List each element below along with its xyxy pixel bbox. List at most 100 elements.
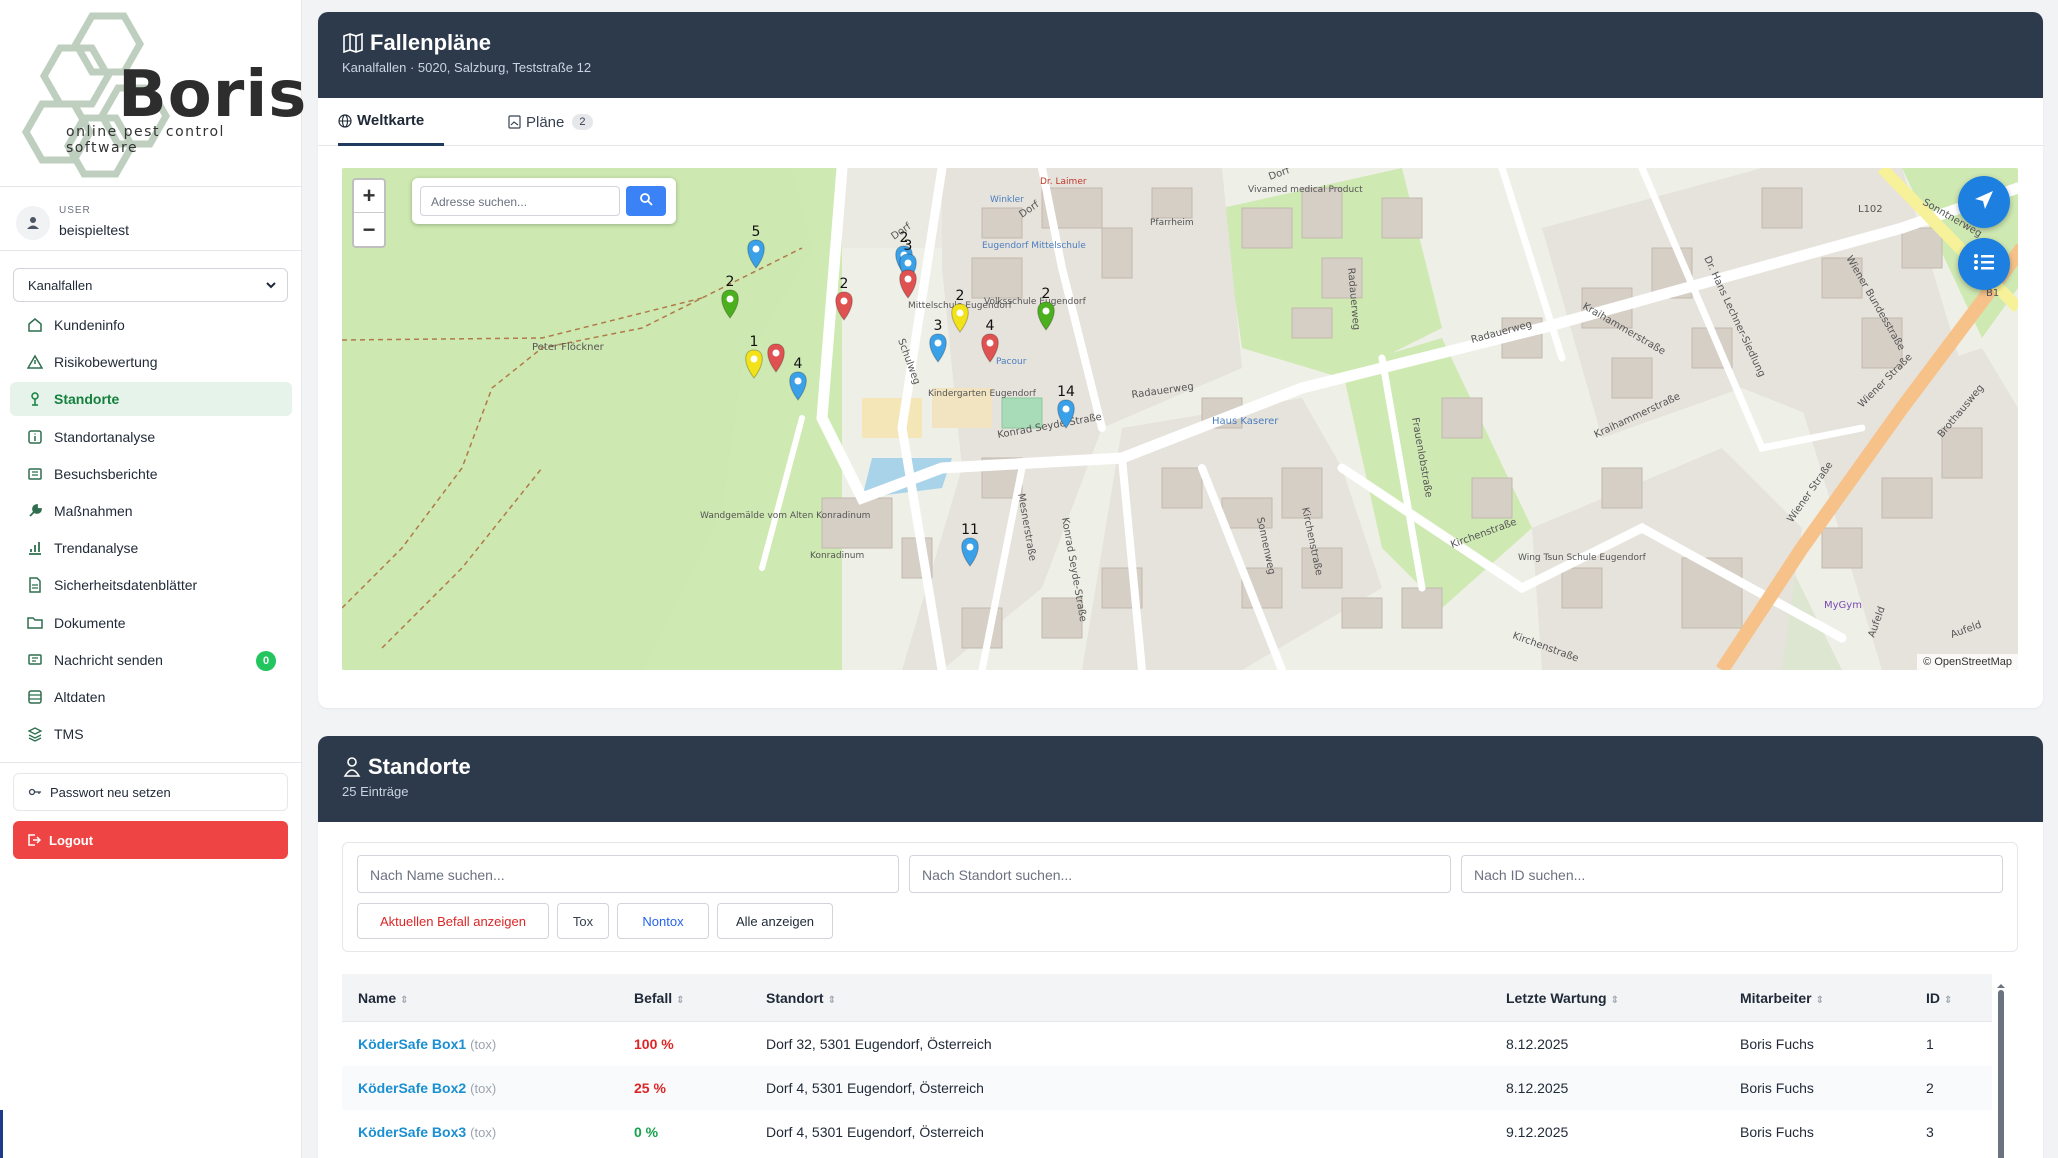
location-select[interactable]: Kanalfallen xyxy=(13,268,288,302)
globe-icon xyxy=(338,113,352,128)
table-scrollbar[interactable] xyxy=(1996,978,2006,1158)
sidebar-item-massnahmen[interactable]: Maßnahmen xyxy=(10,494,292,528)
map-label: Volksschule Eugendorf xyxy=(984,297,1087,307)
row-name-link[interactable]: KöderSafe Box2 (tox) xyxy=(358,1080,496,1096)
location-search-input[interactable]: Nach Standort suchen... xyxy=(909,855,1451,893)
row-befall: 25 % xyxy=(634,1080,666,1096)
sidebar: Boris online pest control software USER … xyxy=(0,0,306,1158)
sidebar-item-trendanalyse[interactable]: Trendanalyse xyxy=(10,531,292,565)
reset-password-label: Passwort neu setzen xyxy=(50,784,171,800)
table-row[interactable]: KöderSafe Box1 (tox) 100 % Dorf 32, 5301 … xyxy=(342,1022,1992,1066)
message-icon xyxy=(26,651,44,669)
map-label: Kindergarten Eugendorf xyxy=(928,389,1037,399)
scrollbar-thumb[interactable] xyxy=(1998,990,2004,1158)
map-label: Wing Tsun Schule Eugendorf xyxy=(1518,553,1647,563)
row-name-link[interactable]: KöderSafe Box1 (tox) xyxy=(358,1036,496,1052)
user-info: USER beispieltest xyxy=(16,202,286,252)
brand-tagline: online pest control software xyxy=(66,124,225,156)
map-label: Haus Kaserer xyxy=(1212,416,1279,427)
row-befall: 100 % xyxy=(634,1036,674,1052)
map-label: MyGym xyxy=(1824,600,1862,611)
column-header-befall[interactable]: Befall ⇕ xyxy=(634,990,685,1006)
id-search-input[interactable]: Nach ID suchen... xyxy=(1461,855,2003,893)
row-id: 3 xyxy=(1926,1124,1934,1140)
sidebar-item-besuchsberichte[interactable]: Besuchsberichte xyxy=(10,457,292,491)
sidebar-item-nachricht-senden[interactable]: Nachricht senden 0 xyxy=(10,643,292,677)
sort-icon: ⇕ xyxy=(1610,995,1619,1006)
sidebar-edge-accent xyxy=(0,1110,3,1158)
brand-name: Boris xyxy=(118,58,308,132)
map-label: Dr. Laimer xyxy=(1040,177,1087,187)
address-search-button[interactable] xyxy=(626,186,666,216)
map-search-panel: Adresse suchen... xyxy=(412,178,676,224)
sidebar-item-label: Dokumente xyxy=(54,614,126,631)
zoom-control: + − xyxy=(352,178,386,248)
table-row[interactable]: KöderSafe Box3 (tox) 0 % Dorf 4, 5301 Eug… xyxy=(342,1110,1992,1154)
standorte-header: Standorte 25 Einträge xyxy=(318,736,2043,822)
trap-marker-number: 11 xyxy=(961,522,979,538)
sidebar-item-tms[interactable]: TMS xyxy=(10,717,292,751)
sidebar-item-label: Risikobewertung xyxy=(54,354,158,371)
sidebar-item-sicherheitsdatenblaetter[interactable]: Sicherheitsdatenblätter xyxy=(10,568,292,602)
column-header-id[interactable]: ID ⇕ xyxy=(1926,990,1952,1006)
tox-filter-button[interactable]: Tox xyxy=(557,903,609,939)
row-id: 2 xyxy=(1926,1080,1934,1096)
show-current-infestation-button[interactable]: Aktuellen Befall anzeigen xyxy=(357,903,549,939)
map-label: Konradinum xyxy=(810,551,864,561)
boris-logo[interactable]: Boris online pest control software xyxy=(14,8,306,178)
column-header-standort[interactable]: Standort ⇕ xyxy=(766,990,836,1006)
column-header-mitarbeiter[interactable]: Mitarbeiter ⇕ xyxy=(1740,990,1824,1006)
standorte-filter-panel: Nach Name suchen... Nach Standort suchen… xyxy=(342,842,2018,952)
map-attribution[interactable]: © OpenStreetMap xyxy=(1917,654,2018,670)
trap-marker-number: 4 xyxy=(794,356,803,372)
sidebar-item-label: TMS xyxy=(54,726,84,743)
column-header-name[interactable]: Name ⇕ xyxy=(358,990,409,1006)
sidebar-item-standorte[interactable]: Standorte xyxy=(10,382,292,417)
sort-icon: ⇕ xyxy=(1944,995,1953,1006)
row-letzte-wartung: 9.12.2025 xyxy=(1506,1124,1569,1140)
tab-weltkarte-label: Weltkarte xyxy=(357,112,425,129)
divider xyxy=(0,250,302,251)
sidebar-item-dokumente[interactable]: Dokumente xyxy=(10,606,292,640)
sidebar-item-risikobewertung[interactable]: Risikobewertung xyxy=(10,345,292,379)
nontox-filter-button[interactable]: Nontox xyxy=(617,903,709,939)
column-header-letzte-wartung[interactable]: Letzte Wartung ⇕ xyxy=(1506,990,1619,1006)
map-label: Vivamed medical Product xyxy=(1248,185,1363,195)
person-pin-icon xyxy=(26,390,44,408)
zoom-out-button[interactable]: − xyxy=(354,213,384,246)
row-type-tag: (tox) xyxy=(470,1081,497,1096)
row-mitarbeiter: Boris Fuchs xyxy=(1740,1124,1814,1140)
address-search-input[interactable]: Adresse suchen... xyxy=(420,186,620,216)
tab-plaene-label: Pläne xyxy=(526,113,565,131)
logout-button[interactable]: Logout xyxy=(13,821,288,859)
sidebar-item-label: Kundeninfo xyxy=(54,317,125,333)
sidebar-item-standortanalyse[interactable]: Standortanalyse xyxy=(10,420,292,454)
standorte-card: Standorte 25 Einträge Nach Name suchen..… xyxy=(318,736,2043,1158)
table-row[interactable]: KöderSafe Box2 (tox) 25 % Dorf 4, 5301 Eu… xyxy=(342,1066,1992,1110)
logout-icon xyxy=(27,833,41,847)
row-type-tag: (tox) xyxy=(470,1037,497,1052)
sort-icon: ⇕ xyxy=(400,995,409,1006)
tab-plaene[interactable]: Pläne 2 xyxy=(508,98,593,146)
sidebar-item-label: Trendanalyse xyxy=(54,540,139,557)
sidebar-item-label: Altdaten xyxy=(54,688,106,705)
reset-password-button[interactable]: Passwort neu setzen xyxy=(13,773,288,811)
divider xyxy=(0,186,302,187)
sidebar-item-altdaten[interactable]: Altdaten xyxy=(10,680,292,714)
trap-marker[interactable]: 3 xyxy=(929,318,947,363)
show-all-button[interactable]: Alle anzeigen xyxy=(717,903,833,939)
map-label: L102 xyxy=(1858,204,1883,215)
sidebar-item-kundeninfo[interactable]: Kundeninfo xyxy=(10,308,292,342)
row-name-link[interactable]: KöderSafe Box3 (tox) xyxy=(358,1124,496,1140)
world-map[interactable]: Peter Flöckner Dorf Dorf Dorf Schulweg K… xyxy=(342,168,2018,670)
tab-weltkarte[interactable]: Weltkarte xyxy=(338,98,445,146)
zoom-in-button[interactable]: + xyxy=(354,180,384,213)
locate-button[interactable] xyxy=(1958,176,2010,228)
map-tiles: Peter Flöckner Dorf Dorf Dorf Schulweg K… xyxy=(342,168,2018,670)
name-search-input[interactable]: Nach Name suchen... xyxy=(357,855,899,893)
trap-marker[interactable] xyxy=(899,269,917,299)
marker-list-button[interactable] xyxy=(1958,238,2010,290)
home-icon xyxy=(26,316,44,334)
row-mitarbeiter: Boris Fuchs xyxy=(1740,1080,1814,1096)
trap-marker-number: 2 xyxy=(956,288,965,304)
